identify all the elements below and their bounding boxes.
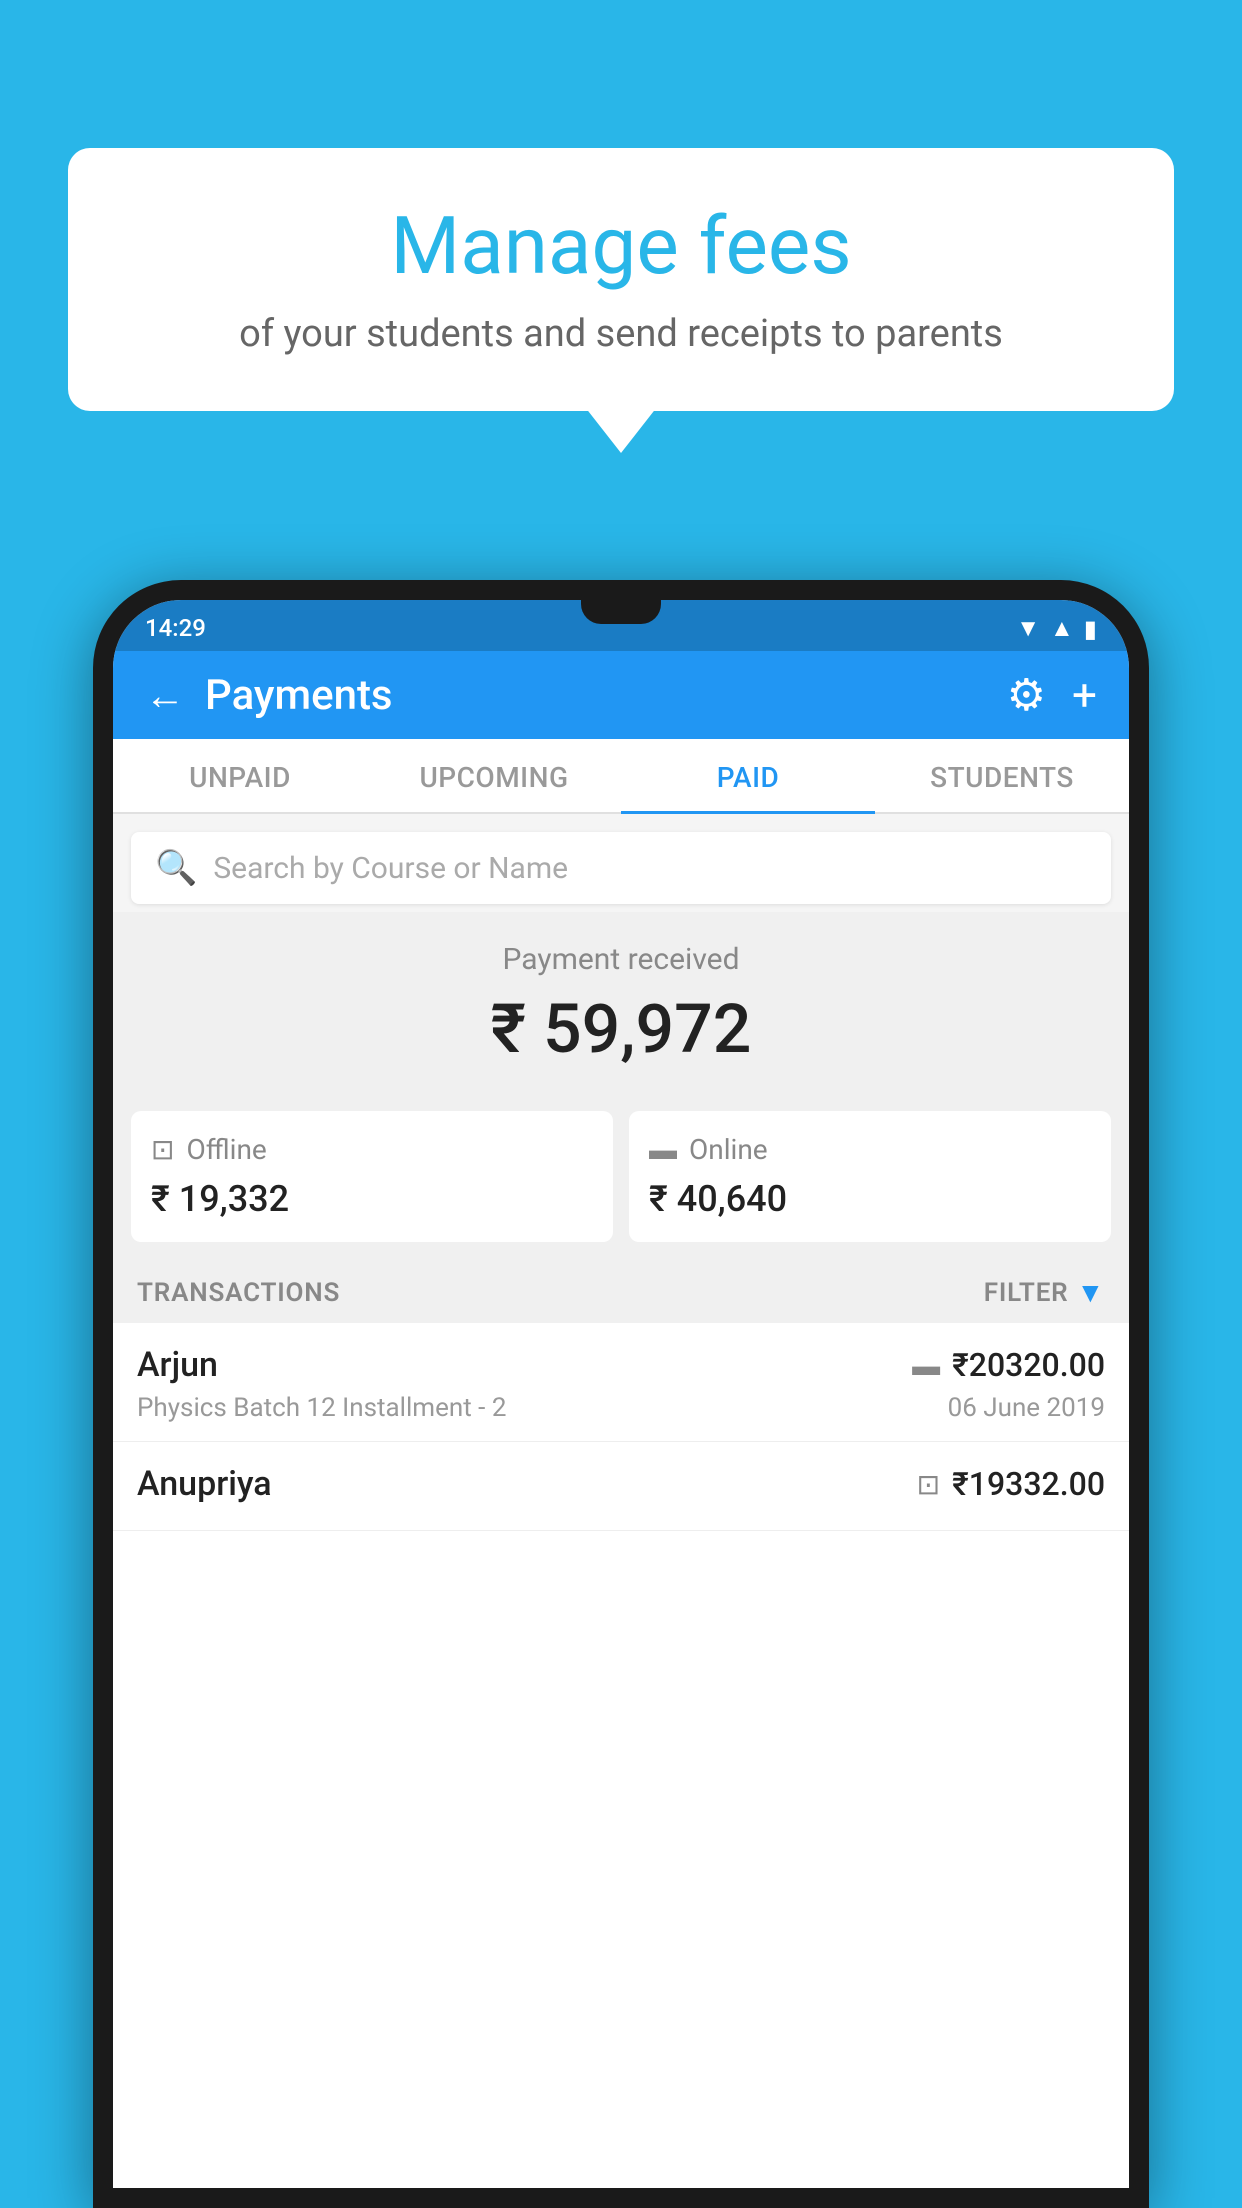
payment-received-section: Payment received ₹ 59,972 [113, 912, 1129, 1093]
transaction-amount: ₹19332.00 [952, 1465, 1105, 1503]
tab-paid[interactable]: PAID [621, 739, 875, 812]
online-payment-card: ▬ Online ₹ 40,640 [629, 1111, 1111, 1242]
filter-label: FILTER [984, 1278, 1069, 1308]
speech-bubble-subtitle: of your students and send receipts to pa… [128, 312, 1114, 356]
payment-received-label: Payment received [133, 942, 1109, 977]
online-icon: ▬ [649, 1133, 677, 1166]
payment-type-icon: ▬ [912, 1349, 940, 1382]
transaction-amount: ₹20320.00 [952, 1346, 1105, 1384]
transactions-label: TRANSACTIONS [137, 1278, 340, 1308]
app-header: ← Payments ⚙ + [113, 651, 1129, 739]
settings-icon[interactable]: ⚙ [1007, 669, 1046, 721]
filter-button[interactable]: FILTER ▼ [984, 1276, 1105, 1309]
header-title: Payments [205, 671, 393, 720]
search-bar[interactable]: 🔍 Search by Course or Name [131, 832, 1111, 904]
table-row[interactable]: Anupriya ⊡ ₹19332.00 [113, 1442, 1129, 1531]
signal-icon: ▲ [1050, 614, 1074, 643]
online-card-header: ▬ Online [649, 1133, 1091, 1166]
offline-icon: ⊡ [151, 1133, 174, 1166]
wifi-icon: ▼ [1016, 614, 1040, 643]
tab-unpaid[interactable]: UNPAID [113, 739, 367, 812]
online-amount: ₹ 40,640 [649, 1178, 1091, 1220]
payment-type-icon: ⊡ [917, 1468, 940, 1501]
payment-cards: ⊡ Offline ₹ 19,332 ▬ Online ₹ 40,640 [113, 1093, 1129, 1256]
speech-bubble-title: Manage fees [128, 198, 1114, 294]
transaction-date: 06 June 2019 [948, 1393, 1105, 1423]
add-icon[interactable]: + [1072, 669, 1097, 721]
back-button[interactable]: ← [145, 672, 185, 719]
header-right: ⚙ + [1007, 669, 1097, 721]
offline-card-header: ⊡ Offline [151, 1133, 593, 1166]
offline-amount: ₹ 19,332 [151, 1178, 593, 1220]
payment-received-amount: ₹ 59,972 [133, 989, 1109, 1069]
offline-label: Offline [186, 1133, 266, 1166]
transaction-row-top: Arjun ▬ ₹20320.00 [137, 1345, 1105, 1385]
transaction-name: Anupriya [137, 1464, 272, 1504]
header-left: ← Payments [145, 671, 393, 720]
transaction-name: Arjun [137, 1345, 218, 1385]
offline-payment-card: ⊡ Offline ₹ 19,332 [131, 1111, 613, 1242]
tab-upcoming[interactable]: UPCOMING [367, 739, 621, 812]
search-icon: 🔍 [155, 848, 197, 888]
transaction-list: Arjun ▬ ₹20320.00 Physics Batch 12 Insta… [113, 1323, 1129, 2188]
filter-icon: ▼ [1076, 1276, 1105, 1309]
transaction-amount-wrap: ⊡ ₹19332.00 [917, 1465, 1105, 1503]
phone-notch [581, 600, 661, 624]
speech-bubble: Manage fees of your students and send re… [68, 148, 1174, 411]
battery-icon: ▮ [1084, 615, 1097, 643]
table-row[interactable]: Arjun ▬ ₹20320.00 Physics Batch 12 Insta… [113, 1323, 1129, 1442]
transaction-row-bottom: Physics Batch 12 Installment - 2 06 June… [137, 1393, 1105, 1423]
status-icons: ▼ ▲ ▮ [1016, 614, 1097, 643]
transaction-amount-wrap: ▬ ₹20320.00 [912, 1346, 1105, 1384]
search-placeholder: Search by Course or Name [213, 851, 568, 886]
tab-students[interactable]: STUDENTS [875, 739, 1129, 812]
phone-screen: 14:29 ▼ ▲ ▮ ← Payments ⚙ + UNPAID [113, 600, 1129, 2188]
status-time: 14:29 [145, 614, 206, 643]
transactions-header: TRANSACTIONS FILTER ▼ [113, 1256, 1129, 1323]
transaction-row-top: Anupriya ⊡ ₹19332.00 [137, 1464, 1105, 1504]
transaction-course: Physics Batch 12 Installment - 2 [137, 1393, 506, 1423]
tab-bar: UNPAID UPCOMING PAID STUDENTS [113, 739, 1129, 814]
online-label: Online [689, 1133, 768, 1166]
phone-frame: 14:29 ▼ ▲ ▮ ← Payments ⚙ + UNPAID [93, 580, 1149, 2208]
